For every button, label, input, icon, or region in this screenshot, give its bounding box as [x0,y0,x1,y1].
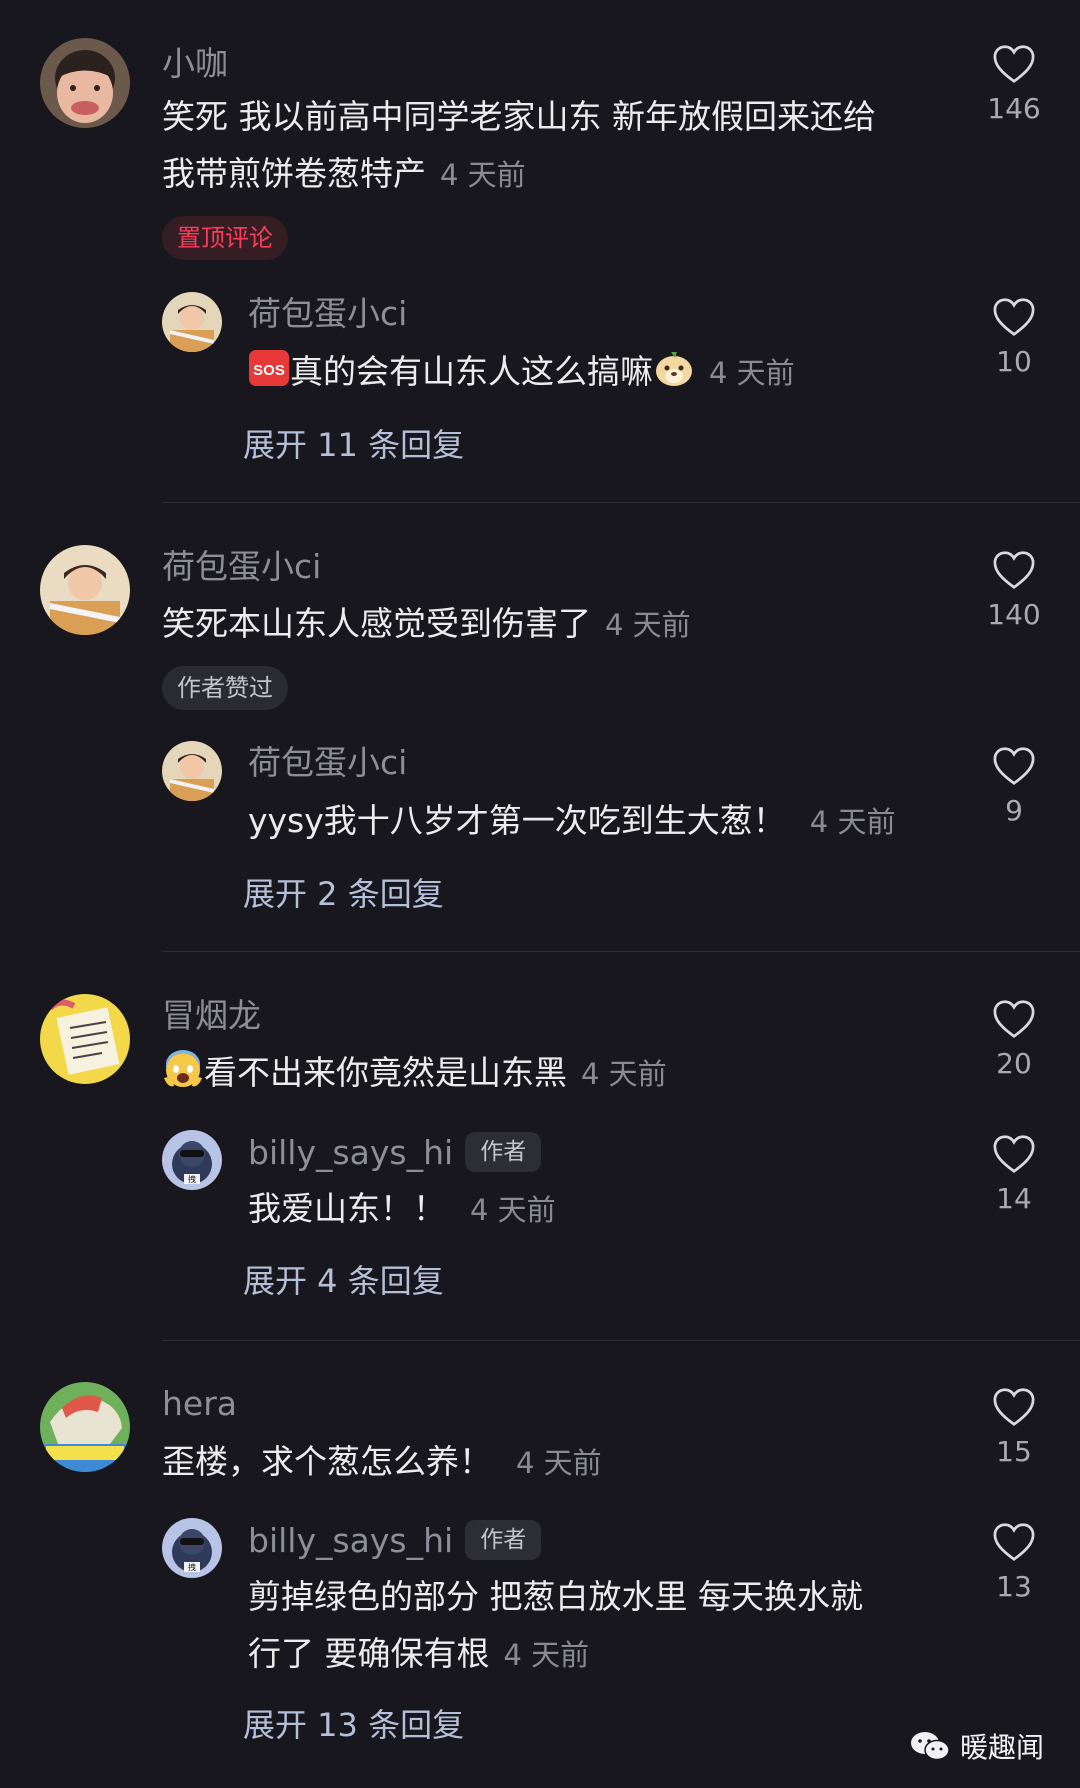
svg-text:SOS: SOS [253,362,285,379]
like-button[interactable]: 13 [974,1522,1054,1603]
like-button[interactable]: 14 [974,1134,1054,1215]
comment-username[interactable]: 荷包蛋小ci [162,547,321,587]
like-button[interactable]: 9 [974,746,1054,827]
reply-text: 剪掉绿色的部分 把葱白放水里 每天换水就 行了 要确保有根 4 天前 [248,1568,948,1684]
heart-outline-icon [993,1135,1035,1173]
like-count: 14 [996,1182,1032,1215]
reply-text: SOS 真的会有山东人这么搞嘛 4 天前 [248,343,948,402]
author-liked-badge: 作者赞过 [162,666,288,710]
like-button[interactable]: 15 [974,1387,1054,1468]
like-count: 9 [1005,794,1023,827]
wechat-icon [910,1732,950,1761]
reply-text-content: 我爱山东！！ [248,1189,446,1228]
comment-time: 4 天前 [581,1057,667,1091]
comment-text: 笑死 我以前高中同学老家山东 新年放假回来还给 我带煎饼卷葱特产 4 天前 [162,88,962,204]
heart-outline-icon [993,45,1035,83]
reply-avatar[interactable]: 拽 [162,1518,222,1578]
avatar[interactable] [40,38,130,128]
comment-text-line: 我带煎饼卷葱特产 [162,154,426,193]
reply-username[interactable]: billy_says_hi 作者 [248,1132,542,1173]
watermark-text: 暖趣闻 [959,1731,1044,1764]
author-tag: 作者 [465,1520,542,1560]
like-count: 146 [987,92,1041,125]
divider [162,502,1080,503]
reply-avatar[interactable] [162,292,222,352]
like-count: 15 [996,1435,1032,1468]
reply-username-text[interactable]: billy_says_hi [248,1521,453,1560]
like-count: 20 [996,1047,1032,1080]
reply-text: yysy我十八岁才第一次吃到生大葱！ 4 天前 [248,792,948,851]
like-button[interactable]: 140 [974,550,1054,631]
comment-text-line: 笑死 我以前高中同学老家山东 新年放假回来还给 [162,97,876,136]
expand-replies-link[interactable]: 展开 2 条回复 [243,869,444,915]
heart-outline-icon [993,1388,1035,1426]
avatar[interactable] [40,1382,130,1472]
watermark: 暖趣闻 [910,1726,1044,1766]
reply-time: 4 天前 [503,1638,590,1672]
reply-text-line: 剪掉绿色的部分 把葱白放水里 每天换水就 [248,1577,863,1616]
comment-username[interactable]: 小咖 [162,44,228,84]
expand-replies-link[interactable]: 展开 11 条回复 [243,420,464,466]
reply-avatar[interactable]: 拽 [162,1130,222,1190]
like-button[interactable]: 10 [974,297,1054,378]
comment-text-line: 歪楼，求个葱怎么养！ [162,1442,492,1481]
reply-username-text[interactable]: billy_says_hi [248,1133,453,1172]
like-count: 140 [987,598,1041,631]
reply-time: 4 天前 [809,805,896,839]
reply-time: 4 天前 [709,356,795,390]
like-button[interactable]: 146 [974,44,1054,125]
reply-text-content: 真的会有山东人这么搞嘛 [290,352,653,391]
comment-time: 4 天前 [516,1446,602,1480]
author-tag: 作者 [465,1132,542,1172]
like-button[interactable]: 20 [974,999,1054,1080]
comment-username[interactable]: hera [162,1384,237,1424]
expand-replies-link[interactable]: 展开 13 条回复 [243,1700,464,1746]
reply-username[interactable]: 荷包蛋小ci [248,743,407,783]
reply-text-content: yysy我十八岁才第一次吃到生大葱！ [248,801,786,840]
reply-username[interactable]: billy_says_hi 作者 [248,1520,542,1561]
divider [162,951,1080,952]
reply-avatar[interactable] [162,741,222,801]
comment-text-line: 笑死本山东人感觉受到伤害了 [162,604,591,643]
comment-text-line: 看不出来你竟然是山东黑 [204,1053,567,1092]
heart-outline-icon [993,298,1035,336]
comment-text: 看不出来你竟然是山东黑 4 天前 [162,1044,962,1103]
comment-text: 歪楼，求个葱怎么养！ 4 天前 [162,1433,962,1492]
like-count: 10 [996,345,1032,378]
screaming-face-emoji-icon [162,1048,204,1090]
svg-text:拽: 拽 [188,1562,196,1572]
heart-outline-icon [993,551,1035,589]
avatar[interactable] [40,545,130,635]
comment-text: 笑死本山东人感觉受到伤害了 4 天前 [162,595,962,654]
heart-outline-icon [993,747,1035,785]
expand-replies-link[interactable]: 展开 4 条回复 [243,1256,444,1302]
comment-username[interactable]: 冒烟龙 [162,996,261,1036]
divider [162,1340,1080,1341]
reply-username[interactable]: 荷包蛋小ci [248,294,407,334]
like-count: 13 [996,1570,1032,1603]
avatar[interactable] [40,994,130,1084]
pinned-badge: 置顶评论 [162,216,288,260]
sos-emoji-icon: SOS [248,347,290,389]
heart-outline-icon [993,1523,1035,1561]
reply-text-line: 行了 要确保有根 [248,1634,490,1673]
dog-face-emoji-icon [653,347,695,389]
comment-time: 4 天前 [605,608,691,642]
comment-time: 4 天前 [440,158,526,192]
reply-text: 我爱山东！！ 4 天前 [248,1180,948,1239]
svg-text:拽: 拽 [188,1174,196,1184]
reply-time: 4 天前 [470,1193,556,1227]
heart-outline-icon [993,1000,1035,1038]
